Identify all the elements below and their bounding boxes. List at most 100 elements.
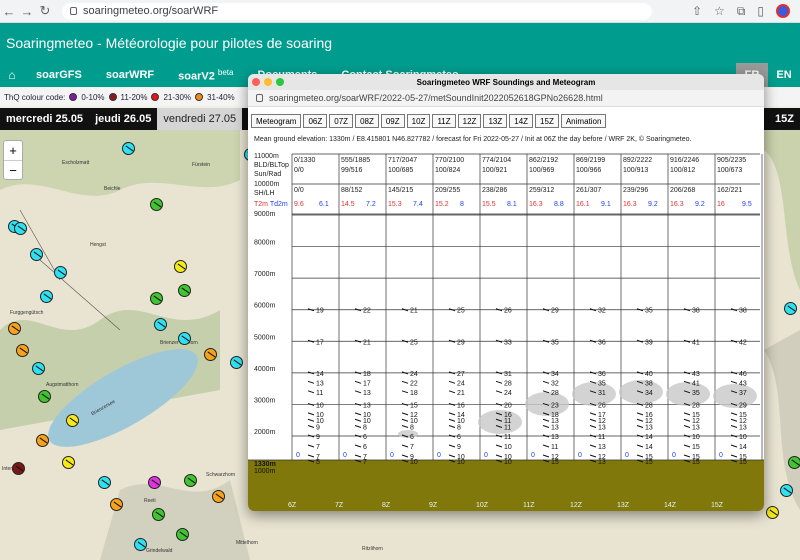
hour-tick-label: 8Z <box>382 502 391 509</box>
nav-soarwrf[interactable]: soarWRF <box>94 69 166 81</box>
site-marker[interactable] <box>212 490 225 503</box>
wind-speed-label: 28 <box>645 402 653 409</box>
day-tab-0[interactable]: mercredi 25.05 <box>0 108 89 130</box>
wind-speed-label: 28 <box>504 380 512 387</box>
nav-soargfs[interactable]: soarGFS <box>24 69 94 81</box>
cloud-shape <box>525 392 569 416</box>
forward-icon[interactable]: → <box>18 4 36 19</box>
site-marker[interactable] <box>54 266 67 279</box>
nav-soarv2[interactable]: soarV2 beta <box>166 68 245 83</box>
sidebar-icon[interactable]: ▯ <box>757 4 764 18</box>
wind-speed-label: 32 <box>551 380 559 387</box>
site-marker[interactable] <box>36 434 49 447</box>
back-icon[interactable]: ← <box>0 4 18 19</box>
site-marker[interactable] <box>134 538 147 551</box>
wind-speed-label: 14 <box>316 371 324 378</box>
home-icon[interactable]: ⌂ <box>0 68 24 82</box>
wind-barb <box>683 412 691 416</box>
site-marker[interactable] <box>16 344 29 357</box>
wind-speed-label: 27 <box>457 371 465 378</box>
site-marker[interactable] <box>150 292 163 305</box>
altitude-tick-label: 5000m <box>254 334 276 341</box>
wind-barb <box>448 444 456 448</box>
site-marker[interactable] <box>178 284 191 297</box>
lang-en[interactable]: EN <box>768 63 800 87</box>
bookmark-star-icon[interactable]: ☆ <box>714 4 725 18</box>
site-marker[interactable] <box>230 356 243 369</box>
site-marker[interactable] <box>780 484 793 497</box>
map-label-5: Augstmatthorn <box>46 382 79 388</box>
wind-speed-label: 21 <box>410 308 418 315</box>
wind-speed-label: 10 <box>739 434 747 441</box>
wind-speed-label: 9 <box>316 425 320 432</box>
wind-barb <box>542 454 550 458</box>
wind-speed-label: 13 <box>316 380 324 387</box>
site-marker[interactable] <box>122 142 135 155</box>
wind-barb <box>448 425 456 429</box>
wind-barb <box>448 390 456 394</box>
wind-speed-label: 13 <box>598 425 606 432</box>
site-marker[interactable] <box>184 474 197 487</box>
site-marker[interactable] <box>98 476 111 489</box>
site-marker[interactable] <box>148 476 161 489</box>
cloud-shape <box>666 382 710 406</box>
hour-tick-label: 11Z <box>523 502 535 509</box>
zoom-out-button[interactable]: − <box>4 160 22 179</box>
wind-barb <box>636 425 644 429</box>
zoom-in-button[interactable]: + <box>4 141 22 160</box>
site-marker[interactable] <box>150 198 163 211</box>
wind-speed-label: 29 <box>457 339 465 346</box>
wind-speed-label: 13 <box>598 444 606 451</box>
site-marker[interactable] <box>40 290 53 303</box>
wind-speed-label: 36 <box>598 371 606 378</box>
site-marker[interactable] <box>62 456 75 469</box>
site-marker[interactable] <box>788 456 800 469</box>
map-label-8: Schwarzhorn <box>206 472 236 478</box>
day-tab-2[interactable]: vendredi 27.05 <box>157 108 243 130</box>
hour-tick-label: 12Z <box>570 502 583 509</box>
thermal-marker: 0 <box>672 452 676 459</box>
site-marker[interactable] <box>14 222 27 235</box>
site-marker[interactable] <box>204 348 217 361</box>
site-marker[interactable] <box>176 528 189 541</box>
wind-barb <box>730 380 738 384</box>
wind-speed-label: 10 <box>316 402 324 409</box>
wind-barb <box>589 444 597 448</box>
site-marker[interactable] <box>152 508 165 521</box>
wind-barb <box>401 454 409 458</box>
site-marker[interactable] <box>766 506 779 519</box>
day-tab-1[interactable]: jeudi 26.05 <box>89 108 157 130</box>
wind-barb <box>636 418 644 422</box>
extensions-icon[interactable]: ⧉ <box>737 4 746 19</box>
wind-speed-label: 34 <box>551 371 559 378</box>
site-marker[interactable] <box>30 248 43 261</box>
site-marker[interactable] <box>784 302 797 315</box>
profile-avatar[interactable] <box>776 4 790 18</box>
wind-barb <box>401 418 409 422</box>
map-label-4: Furggengütsch <box>10 310 44 316</box>
site-marker[interactable] <box>66 414 79 427</box>
thq-dot-1 <box>108 93 117 101</box>
site-marker[interactable] <box>154 318 167 331</box>
altitude-tick-label: 7000m <box>254 271 276 278</box>
altitude-tick-label: 2000m <box>254 429 276 436</box>
site-marker[interactable] <box>174 260 187 273</box>
site-marker[interactable] <box>12 462 25 475</box>
site-marker[interactable] <box>38 390 51 403</box>
hour-selector[interactable]: 15Z <box>769 108 800 130</box>
share-icon[interactable]: ⇧ <box>692 4 702 18</box>
site-marker[interactable] <box>178 332 191 345</box>
wind-speed-label: 13 <box>645 425 653 432</box>
wind-speed-label: 28 <box>692 402 700 409</box>
thq-dot-2 <box>151 93 160 101</box>
address-bar[interactable]: soaringmeteo.org/soarWRF <box>62 2 652 20</box>
wind-speed-label: 11 <box>551 444 558 451</box>
wind-barb <box>495 380 503 384</box>
site-marker[interactable] <box>32 362 45 375</box>
site-marker[interactable] <box>110 498 123 511</box>
wind-speed-label: 25 <box>410 339 418 346</box>
site-marker[interactable] <box>8 322 21 335</box>
reload-icon[interactable]: ↻ <box>36 3 54 19</box>
hour-tick-label: 6Z <box>288 502 297 509</box>
wind-speed-label: 8 <box>363 425 367 432</box>
